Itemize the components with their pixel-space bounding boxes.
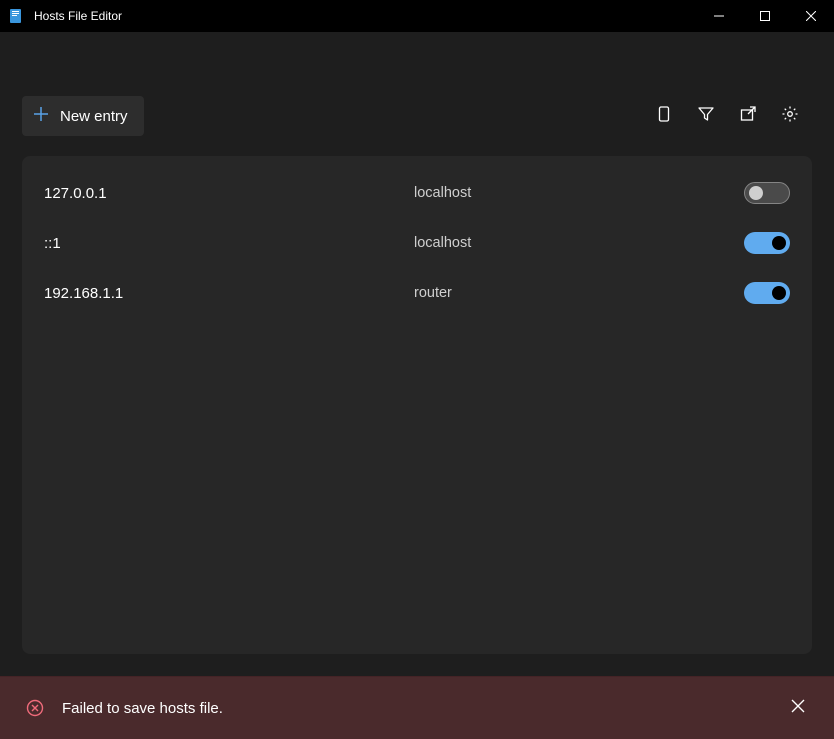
new-entry-label: New entry — [60, 108, 128, 125]
entry-row[interactable]: 192.168.1.1 router — [44, 268, 790, 318]
entry-ip: 127.0.0.1 — [44, 185, 414, 202]
entry-row[interactable]: 127.0.0.1 localhost — [44, 168, 790, 218]
titlebar: Hosts File Editor — [0, 0, 834, 32]
app-body: New entry — [0, 32, 834, 676]
maximize-button[interactable] — [742, 0, 788, 32]
entry-toggle[interactable] — [744, 282, 790, 304]
close-icon — [791, 699, 805, 718]
plus-icon — [32, 105, 50, 127]
filter-icon — [697, 105, 715, 128]
toolbar: New entry — [4, 72, 830, 156]
open-external-icon — [739, 105, 757, 128]
close-button[interactable] — [788, 0, 834, 32]
filter-button[interactable] — [694, 104, 718, 128]
toolbar-actions — [652, 104, 802, 128]
error-message: Failed to save hosts file. — [62, 700, 770, 717]
window-controls — [696, 0, 834, 32]
additional-lines-button[interactable] — [652, 104, 676, 128]
toggle-knob — [772, 286, 786, 300]
gear-icon — [781, 105, 799, 128]
entry-toggle[interactable] — [744, 232, 790, 254]
minimize-button[interactable] — [696, 0, 742, 32]
entry-toggle[interactable] — [744, 182, 790, 204]
entry-ip: 192.168.1.1 — [44, 285, 414, 302]
new-entry-button[interactable]: New entry — [22, 96, 144, 136]
open-file-button[interactable] — [736, 104, 760, 128]
document-icon — [655, 105, 673, 128]
error-bar: Failed to save hosts file. — [0, 676, 834, 739]
entry-host: router — [414, 285, 744, 301]
error-close-button[interactable] — [788, 698, 808, 718]
settings-button[interactable] — [778, 104, 802, 128]
entry-host: localhost — [414, 185, 744, 201]
entry-ip: ::1 — [44, 235, 414, 252]
toggle-knob — [772, 236, 786, 250]
app-icon — [8, 8, 24, 24]
entry-row[interactable]: ::1 localhost — [44, 218, 790, 268]
window-title: Hosts File Editor — [34, 9, 696, 23]
entry-host: localhost — [414, 235, 744, 251]
error-icon — [26, 699, 44, 717]
toggle-knob — [749, 186, 763, 200]
entries-panel: 127.0.0.1 localhost ::1 localhost 192.16… — [22, 156, 812, 654]
